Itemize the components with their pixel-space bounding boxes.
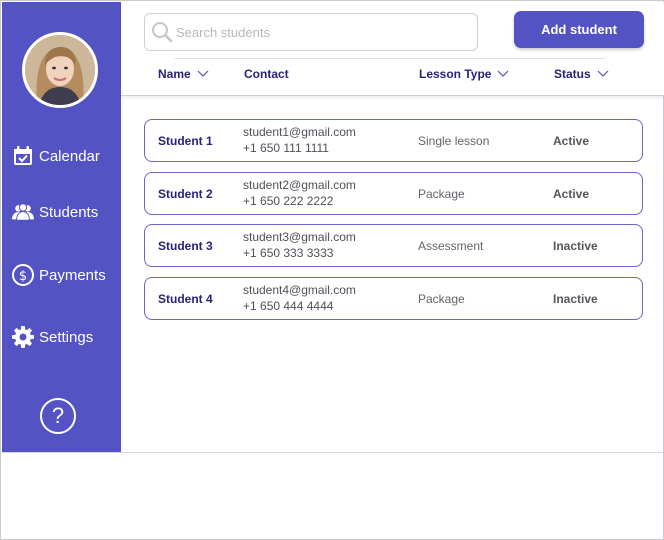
student-phone: +1 650 111 1111	[243, 141, 329, 155]
table-row[interactable]: Student 1 student1@gmail.com +1 650 111 …	[144, 119, 643, 162]
student-name: Student 4	[158, 292, 213, 306]
student-name: Student 1	[158, 134, 213, 148]
student-name: Student 3	[158, 239, 213, 253]
student-email: student1@gmail.com	[243, 125, 356, 139]
divider	[175, 58, 605, 59]
student-email: student3@gmail.com	[243, 230, 356, 244]
sidebar: Calendar Students $ Payments Settings ?	[2, 2, 121, 452]
search-placeholder: Search students	[176, 24, 270, 40]
sidebar-item-payments[interactable]: $ Payments	[12, 264, 106, 286]
sidebar-item-settings[interactable]: Settings	[12, 326, 93, 348]
search-icon	[151, 21, 173, 43]
main-content: Search students Add student Name Contact…	[121, 2, 664, 452]
table-row[interactable]: Student 3 student3@gmail.com +1 650 333 …	[144, 224, 643, 267]
search-field[interactable]: Search students	[144, 13, 478, 51]
student-contact: student3@gmail.com +1 650 333 3333	[243, 229, 356, 261]
status-badge: Inactive	[553, 292, 598, 306]
student-contact: student1@gmail.com +1 650 111 1111	[243, 124, 356, 156]
sidebar-item-label: Payments	[39, 266, 106, 284]
status-badge: Inactive	[553, 239, 598, 253]
student-phone: +1 650 333 3333	[243, 246, 334, 260]
student-phone: +1 650 222 2222	[243, 194, 334, 208]
student-email: student2@gmail.com	[243, 178, 356, 192]
student-name: Student 2	[158, 187, 213, 201]
gear-icon	[12, 326, 34, 348]
students-icon	[12, 201, 34, 223]
status-badge: Active	[553, 187, 590, 201]
help-button[interactable]: ?	[40, 398, 76, 434]
help-icon: ?	[51, 403, 65, 428]
svg-text:$: $	[19, 269, 27, 284]
sidebar-item-students[interactable]: Students	[12, 201, 98, 223]
lesson-type: Package	[418, 292, 465, 306]
column-header-lesson-type[interactable]: Lesson Type	[419, 67, 509, 81]
sidebar-item-label: Students	[39, 203, 99, 221]
student-email: student4@gmail.com	[243, 283, 356, 297]
lesson-type: Single lesson	[418, 134, 490, 148]
app-area: Calendar Students $ Payments Settings ? …	[2, 2, 664, 453]
table-row[interactable]: Student 4 student4@gmail.com +1 650 444 …	[144, 277, 643, 320]
student-contact: student2@gmail.com +1 650 222 2222	[243, 177, 356, 209]
student-phone: +1 650 444 4444	[243, 299, 334, 313]
status-badge: Active	[553, 134, 590, 148]
sidebar-item-label: Calendar	[39, 147, 100, 165]
chevron-down-icon	[197, 70, 209, 77]
calendar-icon	[12, 145, 34, 167]
dollar-icon: $	[12, 264, 34, 286]
top-bar: Search students Add student Name Contact…	[121, 2, 664, 96]
chevron-down-icon	[498, 70, 509, 77]
lesson-type: Package	[418, 187, 465, 201]
sidebar-item-label: Settings	[39, 328, 94, 346]
window-frame: Calendar Students $ Payments Settings ? …	[0, 0, 664, 540]
column-header-contact: Contact	[244, 67, 289, 81]
column-header-status[interactable]: Status	[554, 67, 609, 81]
add-student-button[interactable]: Add student	[514, 11, 644, 48]
sidebar-item-calendar[interactable]: Calendar	[12, 145, 100, 167]
lesson-type: Assessment	[418, 239, 484, 253]
avatar[interactable]	[22, 32, 98, 108]
chevron-down-icon	[597, 70, 609, 77]
table-row[interactable]: Student 2 student2@gmail.com +1 650 222 …	[144, 172, 643, 215]
student-contact: student4@gmail.com +1 650 444 4444	[243, 282, 356, 314]
column-header-name[interactable]: Name	[158, 67, 209, 81]
